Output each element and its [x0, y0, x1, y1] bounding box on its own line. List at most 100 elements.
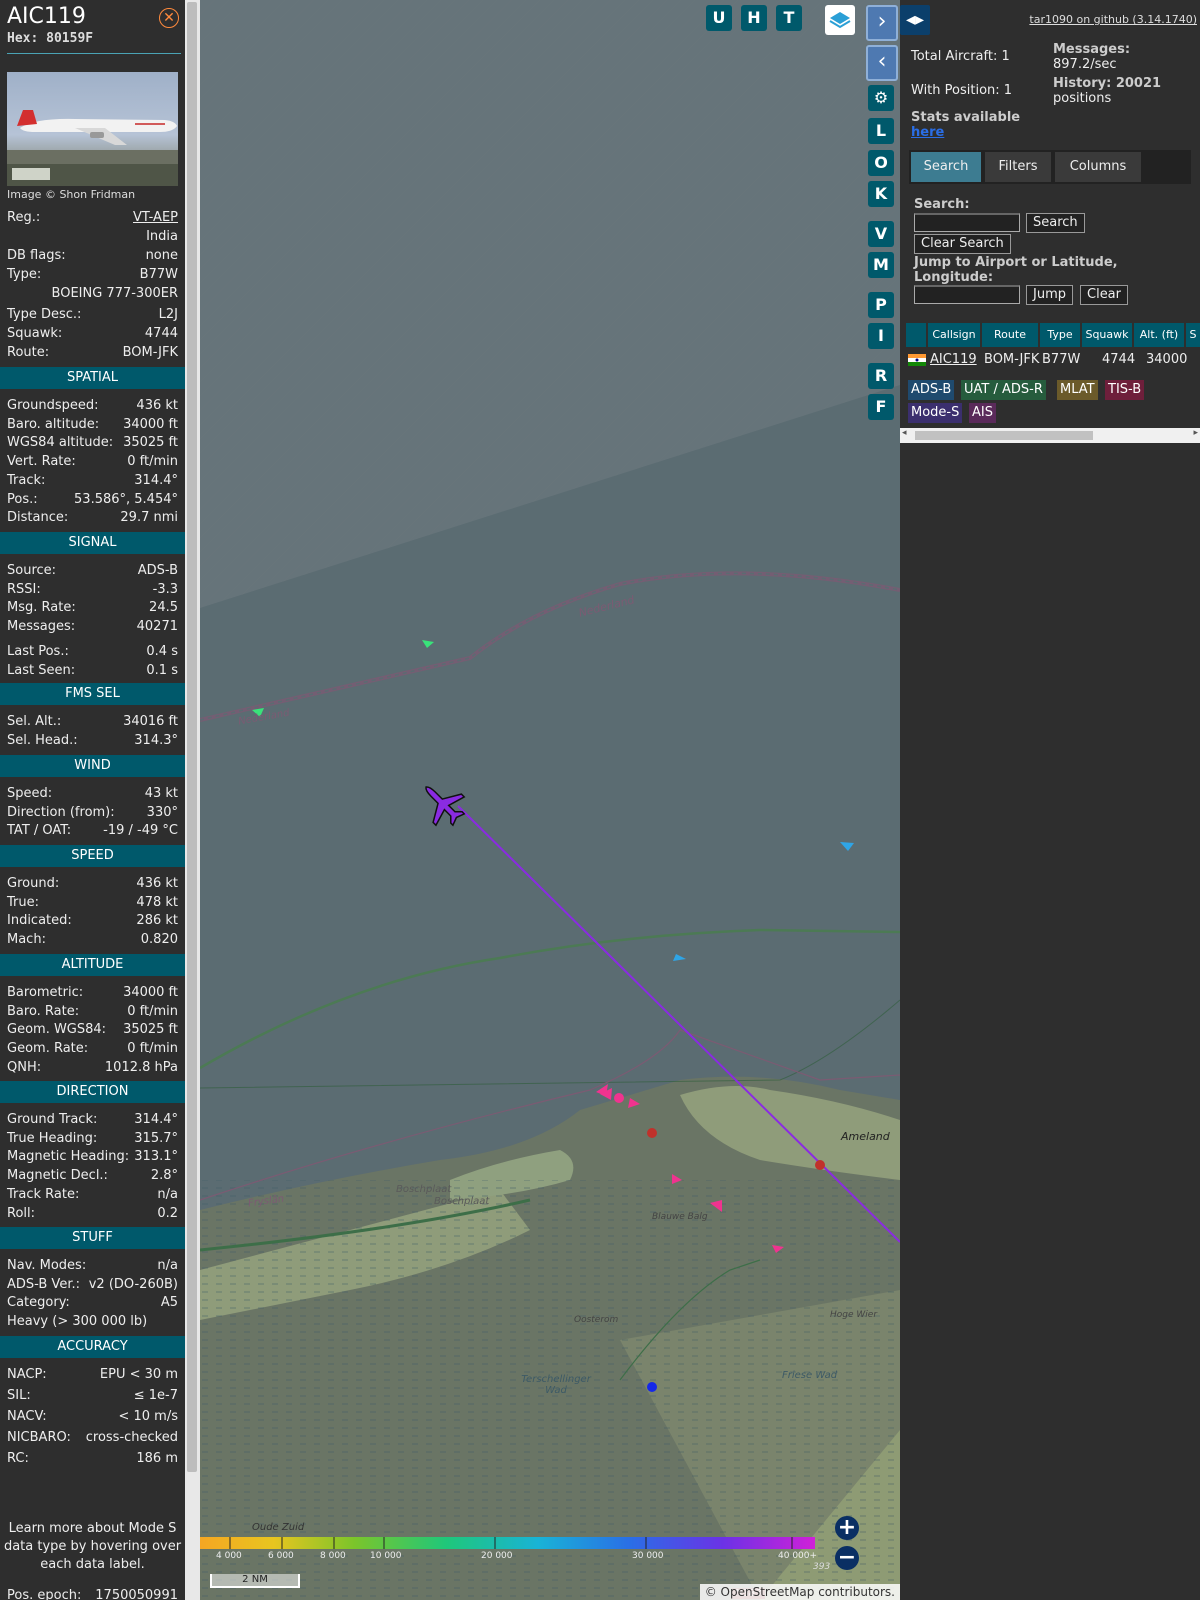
- map-button-v[interactable]: V: [868, 221, 894, 247]
- map-place-label: Ameland: [841, 1130, 890, 1143]
- section-row: RSSI: -3.3: [7, 582, 178, 601]
- close-icon[interactable]: ✕: [159, 8, 179, 28]
- layers-icon[interactable]: [825, 5, 855, 35]
- col-type[interactable]: Type: [1040, 323, 1080, 347]
- source-tag-uat-ads-r: UAT / ADS-R: [961, 380, 1046, 400]
- github-link[interactable]: tar1090 on github (3.14.1740): [1029, 13, 1197, 26]
- map-button-p[interactable]: P: [868, 292, 894, 318]
- section-row: Geom. Rate: 0 ft/min: [7, 1041, 178, 1060]
- section-header-wind[interactable]: WIND: [0, 755, 185, 777]
- section-header-fms-sel[interactable]: FMS SEL: [0, 683, 185, 705]
- expand-collapse-icon[interactable]: ◂▸: [900, 5, 930, 35]
- map-attribution[interactable]: © OpenStreetMap contributors.: [699, 1584, 900, 1600]
- table-row-squawk: 4744: [1102, 352, 1136, 367]
- scrollbar-thumb[interactable]: [187, 2, 197, 1472]
- row-label: Indicated:: [7, 913, 72, 928]
- detail-value: India: [146, 229, 178, 244]
- col-callsign[interactable]: Callsign: [928, 323, 980, 347]
- table-row-callsign[interactable]: AIC119: [930, 350, 977, 370]
- section-row: Last Seen: 0.1 s: [7, 663, 178, 682]
- clear-button[interactable]: Clear: [1080, 285, 1128, 305]
- chevron-right-icon[interactable]: ›: [866, 5, 898, 41]
- scroll-left-icon[interactable]: ◂: [902, 428, 907, 438]
- row-label: Mach:: [7, 932, 46, 947]
- row-label: Ground:: [7, 876, 60, 891]
- stats-link[interactable]: here: [911, 125, 944, 140]
- info-panel-scrollbar[interactable]: [185, 0, 200, 1600]
- row-label: WGS84 altitude:: [7, 435, 114, 450]
- zoom-in-icon[interactable]: +: [835, 1516, 859, 1540]
- row-label: Distance:: [7, 510, 69, 525]
- map-button-t[interactable]: T: [776, 5, 802, 31]
- detail-value[interactable]: VT-AEP: [133, 210, 178, 225]
- scroll-right-icon[interactable]: ▸: [1193, 428, 1198, 438]
- table-horizontal-scrollbar[interactable]: ◂ ▸: [900, 428, 1200, 443]
- section-row: True: 478 kt: [7, 895, 178, 914]
- chevron-left-icon[interactable]: ‹: [866, 45, 898, 81]
- row-label: Groundspeed:: [7, 398, 99, 413]
- map-button-m[interactable]: M: [868, 252, 894, 278]
- settings-gear-icon[interactable]: ⚙: [868, 85, 894, 111]
- section-header-accuracy[interactable]: ACCURACY: [0, 1336, 185, 1358]
- section-row: WGS84 altitude: 35025 ft: [7, 435, 178, 454]
- section-header-stuff[interactable]: STUFF: [0, 1227, 185, 1249]
- aircraft-photo[interactable]: [7, 72, 178, 186]
- map-button-l[interactable]: L: [868, 118, 894, 144]
- row-value: 0 ft/min: [127, 1004, 178, 1019]
- row-label: Magnetic Heading:: [7, 1149, 130, 1164]
- col-flag[interactable]: [906, 323, 926, 347]
- row-label: Source:: [7, 563, 57, 578]
- row-label: Messages:: [7, 619, 76, 634]
- scrollbar-thumb[interactable]: [915, 431, 1093, 440]
- col-route[interactable]: Route: [982, 323, 1038, 347]
- clear-search-button[interactable]: Clear Search: [914, 234, 1011, 254]
- col-squawk[interactable]: Squawk: [1082, 323, 1132, 347]
- section-header-speed[interactable]: SPEED: [0, 845, 185, 867]
- messages-value: 897.2/sec: [1053, 57, 1117, 72]
- row-label: SIL:: [7, 1388, 31, 1403]
- search-input[interactable]: [914, 213, 1020, 232]
- row-value: 314.4°: [134, 473, 178, 488]
- row-label: Track:: [7, 473, 46, 488]
- row-value: 34016 ft: [123, 714, 178, 729]
- section-row: NACV: < 10 m/s: [7, 1409, 178, 1428]
- map-button-f[interactable]: F: [868, 394, 894, 420]
- row-label: Roll:: [7, 1206, 36, 1221]
- total-aircraft: Total Aircraft: 1: [911, 49, 1010, 64]
- map-button-k[interactable]: K: [868, 181, 894, 207]
- pos-epoch-row: Pos. epoch: 1750050991: [7, 1588, 178, 1600]
- row-value: 40271: [136, 619, 178, 634]
- legend-tick-label: 20 000: [481, 1551, 513, 1561]
- row-value: n/a: [157, 1187, 178, 1202]
- zoom-out-icon[interactable]: −: [835, 1546, 859, 1570]
- map-button-o[interactable]: O: [868, 150, 894, 176]
- col-speed[interactable]: S: [1186, 323, 1200, 347]
- search-button[interactable]: Search: [1026, 213, 1085, 233]
- tab-search[interactable]: Search: [911, 152, 981, 182]
- tab-filters[interactable]: Filters: [985, 152, 1051, 182]
- section-header-spatial[interactable]: SPATIAL: [0, 367, 185, 389]
- detail-row: India: [7, 229, 178, 248]
- jump-button[interactable]: Jump: [1026, 285, 1073, 305]
- section-header-signal[interactable]: SIGNAL: [0, 532, 185, 554]
- row-value: 43 kt: [144, 786, 178, 801]
- map-place-label: Boschplaat: [434, 1196, 490, 1207]
- map-button-i[interactable]: I: [868, 323, 894, 349]
- map-button-h[interactable]: H: [741, 5, 767, 31]
- jump-input[interactable]: [914, 285, 1020, 304]
- detail-row: BOEING 777-300ER: [7, 286, 178, 305]
- col-altitude[interactable]: Alt. (ft): [1134, 323, 1184, 347]
- row-value: ADS-B: [137, 563, 178, 578]
- map-view[interactable]: Nederland Nederland Ameland Fryslân Boschpla…: [200, 0, 900, 1600]
- section-row: Track Rate: n/a: [7, 1187, 178, 1206]
- section-header-altitude[interactable]: ALTITUDE: [0, 954, 185, 976]
- row-label: Sel. Head.:: [7, 733, 78, 748]
- section-row: SIL: ≤ 1e-7: [7, 1388, 178, 1407]
- row-value: 35025 ft: [123, 1022, 178, 1037]
- section-header-direction[interactable]: DIRECTION: [0, 1081, 185, 1103]
- detail-value: BOEING 777-300ER: [51, 286, 178, 301]
- map-button-r[interactable]: R: [868, 363, 894, 389]
- tab-columns[interactable]: Columns: [1055, 152, 1141, 182]
- map-button-u[interactable]: U: [706, 5, 732, 31]
- messages-label: Messages:: [1053, 42, 1131, 57]
